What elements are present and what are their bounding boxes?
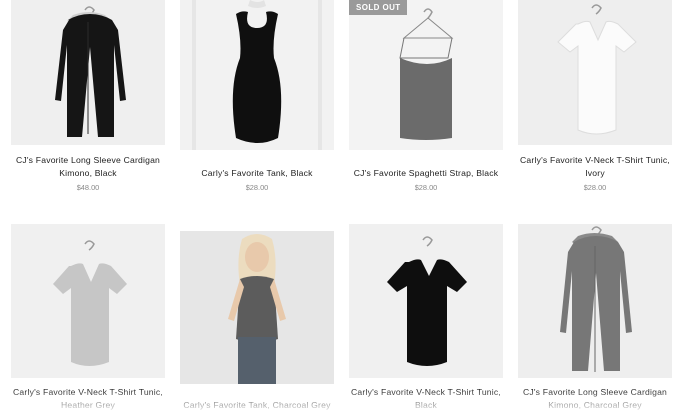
- product-price: $28.00: [245, 183, 269, 192]
- product-title-line: Kimono, Black: [59, 168, 117, 178]
- product-title[interactable]: Carly's Favorite V-Neck T-Shirt Tunic, H…: [11, 386, 165, 412]
- product-title-line: Ivory: [585, 168, 605, 178]
- product-title-line: Carly's Favorite V-Neck T-Shirt Tunic,: [13, 387, 163, 397]
- product-title[interactable]: Carly's Favorite Tank, Charcoal Grey: [180, 399, 334, 412]
- charcoal-cardigan-image: [518, 224, 672, 378]
- product-title[interactable]: CJ's Favorite Long Sleeve Cardigan Kimon…: [11, 154, 165, 180]
- model-in-tank-image: [180, 231, 334, 384]
- product-title[interactable]: Carly's Favorite Tank, Black: [180, 167, 334, 180]
- product-title-line: Heather Grey: [61, 400, 115, 410]
- product-title-line: Carly's Favorite Tank, Charcoal Grey: [183, 400, 331, 410]
- product-price: $28.00: [583, 183, 607, 192]
- grey-tee-image: [11, 224, 165, 378]
- product-title-line: Carly's Favorite V-Neck T-Shirt Tunic,: [520, 155, 670, 165]
- product-title-line: CJ's Favorite Long Sleeve Cardigan: [15, 155, 161, 165]
- product-price: $28.00: [414, 183, 438, 192]
- product-title-line: Carly's Favorite Tank, Black: [201, 168, 313, 178]
- product-price: $48.00: [76, 183, 100, 192]
- product-title-line: CJ's Favorite Long Sleeve Cardigan: [522, 387, 668, 397]
- product-image[interactable]: [11, 224, 165, 378]
- product-image[interactable]: [180, 231, 334, 384]
- product-title[interactable]: CJ's Favorite Spaghetti Strap, Black: [349, 167, 503, 180]
- product-image[interactable]: [180, 0, 334, 150]
- ivory-tee-image: [518, 0, 672, 145]
- product-image[interactable]: [518, 0, 672, 145]
- black-tank-image: [180, 0, 334, 150]
- product-image[interactable]: [518, 224, 672, 378]
- product-image[interactable]: [11, 0, 165, 145]
- black-tee-image: [349, 224, 503, 378]
- product-title-line: Carly's Favorite V-Neck T-Shirt Tunic,: [351, 387, 501, 397]
- sold-out-badge: SOLD OUT: [349, 0, 407, 15]
- product-image[interactable]: [349, 224, 503, 378]
- product-title-line: CJ's Favorite Spaghetti Strap, Black: [353, 168, 499, 178]
- product-title[interactable]: CJ's Favorite Long Sleeve Cardigan Kimon…: [518, 386, 672, 412]
- product-title[interactable]: Carly's Favorite V-Neck T-Shirt Tunic, B…: [349, 386, 503, 412]
- product-title-line: Black: [414, 400, 437, 410]
- product-title-line: Kimono, Charcoal Grey: [548, 400, 642, 410]
- black-cardigan-image: [11, 0, 165, 145]
- product-title[interactable]: Carly's Favorite V-Neck T-Shirt Tunic, I…: [518, 154, 672, 180]
- product-image[interactable]: SOLD OUT: [349, 0, 503, 150]
- grey-cami-image: [349, 0, 503, 150]
